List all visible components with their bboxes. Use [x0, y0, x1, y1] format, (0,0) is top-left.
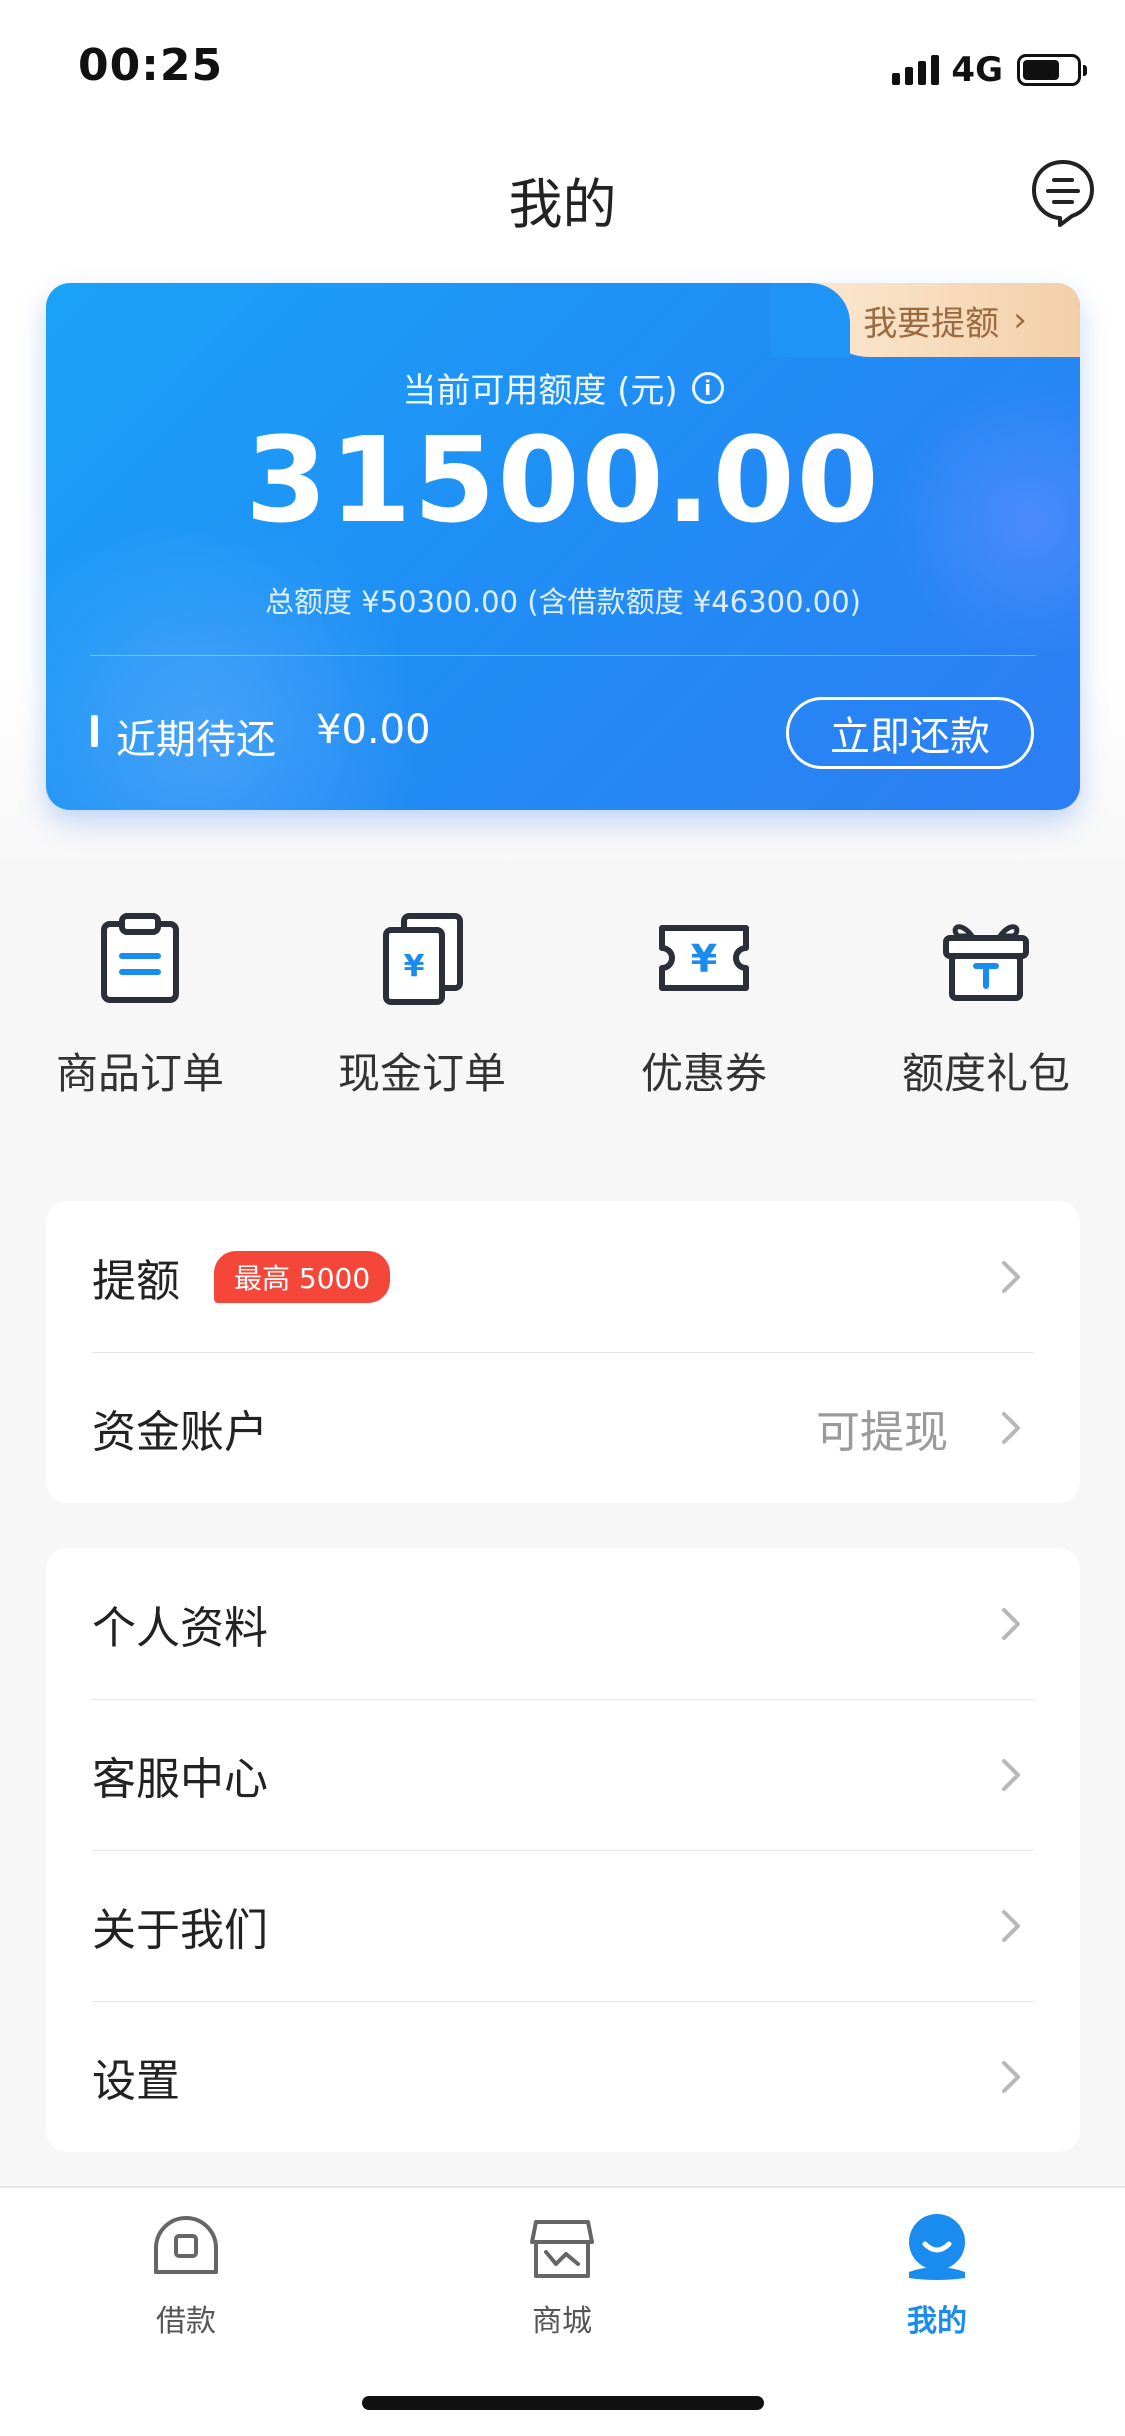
chevron-right-icon	[1002, 1909, 1020, 1942]
tab-label: 商城	[532, 2304, 592, 2339]
tab-loan[interactable]: 借款	[86, 2212, 286, 2340]
max-limit-badge: 最高 5000	[214, 1250, 391, 1303]
tab-mine[interactable]: 我的	[837, 2212, 1037, 2340]
row-label: 设置	[92, 2055, 180, 2107]
network-label: 4G	[951, 50, 1003, 90]
raise-limit-tag[interactable]: 我要提额 ›	[770, 283, 1080, 357]
quick-action-label: 优惠券	[640, 1049, 767, 1098]
cash-order-icon: ¥	[383, 913, 463, 1005]
signal-icon	[892, 55, 940, 85]
quick-action-limit-gift[interactable]: 额度礼包	[866, 910, 1106, 1101]
loan-icon	[154, 2216, 218, 2274]
status-time: 00:25	[78, 40, 224, 91]
row-label: 资金账户	[92, 1406, 268, 1458]
total-limit-text: 总额度 ¥50300.00 (含借款额度 ¥46300.00)	[265, 585, 861, 619]
status-indicators: 4G	[892, 50, 1087, 90]
withdrawable-status: 可提现	[816, 1406, 948, 1458]
available-limit-label-row: 当前可用额度 (元) i	[46, 363, 1080, 412]
chevron-right-icon	[1002, 1260, 1020, 1293]
due-amount: ¥0.00	[316, 707, 431, 753]
clipboard-icon	[101, 913, 179, 1003]
card-divider	[90, 655, 1036, 656]
settings-panel: 个人资料 客服中心 关于我们 设置	[46, 1548, 1080, 2152]
chevron-right-icon	[1002, 1758, 1020, 1791]
list-item-funds-account[interactable]: 资金账户 可提现	[46, 1352, 1080, 1503]
credit-card: 我要提额 › 当前可用额度 (元) i 31500.00 总额度 ¥50300.…	[46, 283, 1080, 810]
quick-action-label: 额度礼包	[901, 1049, 1070, 1098]
row-label: 提额	[92, 1255, 180, 1307]
raise-limit-label: 我要提额	[863, 303, 1000, 344]
info-icon[interactable]: i	[691, 371, 724, 404]
quick-action-coupons[interactable]: ¥ 优惠券	[584, 910, 824, 1101]
chevron-right-icon: ›	[1013, 300, 1027, 340]
due-marker	[91, 715, 98, 747]
list-item-settings[interactable]: 设置	[46, 2001, 1080, 2152]
tab-label: 借款	[156, 2304, 216, 2339]
chevron-right-icon	[1002, 1607, 1020, 1640]
tab-store[interactable]: 商城	[462, 2212, 662, 2340]
chevron-right-icon	[1002, 1411, 1020, 1444]
list-item-raise-limit[interactable]: 提额 最高 5000	[46, 1201, 1080, 1352]
list-item-about-us[interactable]: 关于我们	[46, 1850, 1080, 2001]
battery-icon	[1017, 54, 1087, 86]
row-label: 客服中心	[92, 1753, 268, 1805]
quick-action-label: 现金订单	[337, 1049, 506, 1098]
coupon-icon: ¥	[659, 925, 749, 991]
page-title: 我的	[508, 173, 617, 236]
quick-action-product-orders[interactable]: 商品订单	[20, 910, 260, 1101]
svg-text:¥: ¥	[404, 949, 425, 984]
status-bar: 00:25 4G	[0, 0, 1125, 132]
list-item-personal-info[interactable]: 个人资料	[46, 1548, 1080, 1699]
store-icon	[530, 2220, 594, 2278]
gift-icon	[943, 924, 1029, 1001]
due-label: 近期待还	[116, 717, 276, 763]
message-icon[interactable]	[1030, 158, 1096, 228]
available-limit-label: 当前可用额度 (元)	[402, 371, 678, 411]
chevron-right-icon	[1002, 2060, 1020, 2093]
available-amount: 31500.00	[245, 411, 881, 549]
row-label: 关于我们	[92, 1904, 268, 1956]
limit-account-panel: 提额 最高 5000 资金账户 可提现	[46, 1201, 1080, 1503]
quick-action-cash-orders[interactable]: ¥ 现金订单	[302, 910, 542, 1101]
profile-icon	[909, 2214, 965, 2280]
svg-text:¥: ¥	[691, 937, 717, 981]
row-label: 个人资料	[92, 1602, 268, 1654]
home-indicator	[362, 2396, 764, 2410]
quick-action-label: 商品订单	[55, 1049, 224, 1098]
list-item-customer-service[interactable]: 客服中心	[46, 1699, 1080, 1850]
repay-button[interactable]: 立即还款	[786, 697, 1034, 769]
tab-label: 我的	[907, 2304, 967, 2339]
